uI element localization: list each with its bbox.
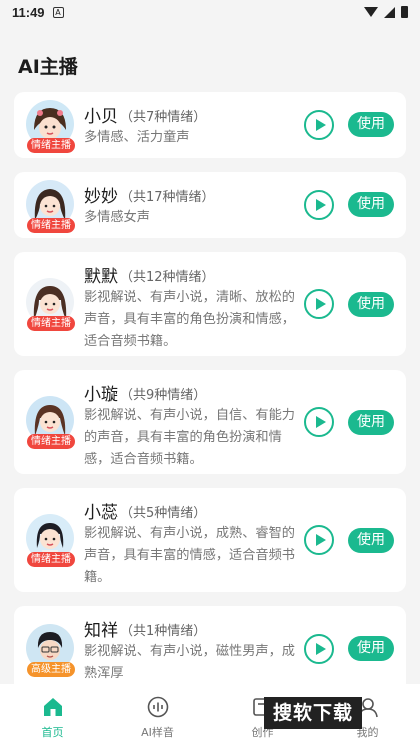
- avatar: 情绪主播: [26, 180, 75, 233]
- emotion-count: （共9种情绪）: [120, 388, 207, 403]
- play-icon: [316, 415, 326, 428]
- play-button[interactable]: [304, 525, 334, 555]
- anchor-card-xiaoxuan[interactable]: 情绪主播 小璇 （共9种情绪） 影视解说、有声小说，自信、有能力的声音，具有丰富…: [14, 370, 406, 474]
- anchor-name: 默默: [84, 267, 118, 287]
- page-title: AI主播: [18, 56, 78, 78]
- emotion-count: （共17种情绪）: [120, 190, 215, 205]
- status-icons: [364, 6, 408, 18]
- nav-ai-sample[interactable]: AI样音: [105, 684, 210, 746]
- anchor-name: 知祥: [84, 621, 118, 641]
- watermark-overlay: 搜软下载: [264, 697, 362, 729]
- anchor-tag: 情绪主播: [27, 218, 75, 233]
- status-bar: 11:49 A: [0, 0, 420, 24]
- play-button[interactable]: [304, 634, 334, 664]
- anchor-description: 多情感女声: [84, 210, 150, 225]
- play-icon: [316, 118, 326, 131]
- status-time: 11:49: [12, 4, 45, 20]
- anchor-description: 影视解说、有声小说，清晰、放松的声音，具有丰富的角色扮演和情感，适合音频书籍。: [84, 290, 295, 349]
- use-button[interactable]: 使用: [348, 292, 394, 317]
- avatar: 情绪主播: [26, 100, 75, 153]
- use-button[interactable]: 使用: [348, 192, 394, 217]
- use-button[interactable]: 使用: [348, 528, 394, 553]
- avatar: 情绪主播: [26, 396, 75, 449]
- anchor-card-xiaorui[interactable]: 情绪主播 小蕊 （共5种情绪） 影视解说、有声小说，成熟、睿智的声音，具有丰富的…: [14, 488, 406, 592]
- anchor-description: 影视解说、有声小说，成熟、睿智的声音，具有丰富的情感，适合音频书籍。: [84, 526, 295, 585]
- emotion-count: （共5种情绪）: [120, 506, 207, 521]
- nav-home[interactable]: 首页: [0, 684, 105, 746]
- signal-icon: [384, 6, 395, 18]
- emotion-count: （共1种情绪）: [120, 624, 207, 639]
- notification-icon: A: [52, 6, 64, 18]
- audio-wave-icon: [147, 696, 169, 718]
- play-button[interactable]: [304, 289, 334, 319]
- play-icon: [316, 533, 326, 546]
- anchor-tag: 高级主播: [27, 662, 75, 677]
- anchor-name: 小贝: [84, 107, 118, 127]
- anchor-name: 小璇: [84, 385, 118, 405]
- avatar: 情绪主播: [26, 514, 75, 567]
- anchor-description: 多情感、活力童声: [84, 130, 190, 145]
- use-button[interactable]: 使用: [348, 636, 394, 661]
- play-icon: [316, 297, 326, 310]
- play-button[interactable]: [304, 110, 334, 140]
- anchor-description: 影视解说、有声小说，磁性男声，成熟浑厚: [84, 644, 295, 681]
- use-button[interactable]: 使用: [348, 112, 394, 137]
- anchor-tag: 情绪主播: [27, 552, 75, 567]
- anchor-name: 小蕊: [84, 503, 118, 523]
- anchor-description: 影视解说、有声小说，自信、有能力的声音，具有丰富的角色扮演和情感，适合音频书籍。: [84, 408, 295, 467]
- play-icon: [316, 198, 326, 211]
- play-button[interactable]: [304, 190, 334, 220]
- emotion-count: （共12种情绪）: [120, 270, 215, 285]
- anchor-card-miaomiao[interactable]: 情绪主播 妙妙 （共17种情绪） 多情感女声 使用: [14, 172, 406, 238]
- anchor-tag: 情绪主播: [27, 316, 75, 331]
- anchor-card-momo[interactable]: 情绪主播 默默 （共12种情绪） 影视解说、有声小说，清晰、放松的声音，具有丰富…: [14, 252, 406, 356]
- home-icon: [44, 698, 62, 716]
- emotion-count: （共7种情绪）: [120, 110, 207, 125]
- anchor-tag: 情绪主播: [27, 434, 75, 449]
- wifi-icon: [364, 7, 378, 17]
- play-button[interactable]: [304, 407, 334, 437]
- nav-label: 首页: [41, 726, 64, 739]
- anchor-tag: 情绪主播: [27, 138, 75, 153]
- anchor-card-xiaobei[interactable]: 情绪主播 小贝 （共7种情绪） 多情感、活力童声 使用: [14, 92, 406, 158]
- nav-label: AI样音: [141, 726, 174, 739]
- battery-icon: [401, 6, 408, 18]
- play-icon: [316, 642, 326, 655]
- avatar: 高级主播: [26, 624, 75, 677]
- anchor-name: 妙妙: [84, 187, 118, 207]
- use-button[interactable]: 使用: [348, 410, 394, 435]
- avatar: 情绪主播: [26, 278, 75, 331]
